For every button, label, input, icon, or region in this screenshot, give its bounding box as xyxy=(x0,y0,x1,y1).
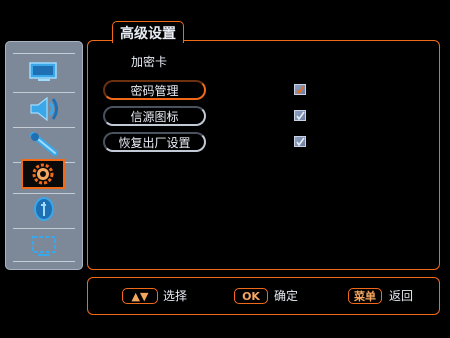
check-icon xyxy=(296,137,305,146)
menu-item-factory-reset[interactable]: 恢复出厂设置 xyxy=(103,132,206,152)
page-title: 高级设置 xyxy=(112,21,184,43)
ok-key-label: OK xyxy=(242,289,260,303)
factory-reset-checkbox[interactable] xyxy=(294,136,306,147)
picture-icon xyxy=(27,60,61,84)
sidebar-item-picture[interactable] xyxy=(18,57,70,87)
info-icon xyxy=(29,194,59,224)
check-icon xyxy=(296,111,305,120)
audio-icon xyxy=(27,94,61,124)
sidebar-divider xyxy=(13,53,75,54)
section-label-encryption-card: 加密卡 xyxy=(131,55,168,69)
check-icon xyxy=(296,85,305,94)
sidebar xyxy=(5,41,83,270)
sidebar-item-advanced-settings[interactable] xyxy=(21,159,65,189)
up-down-arrows-icon: ▲▼ xyxy=(131,289,149,303)
menu-key-label: 菜单 xyxy=(354,290,376,303)
password-management-checkbox[interactable] xyxy=(294,84,306,95)
back-hint-label: 返回 xyxy=(389,289,414,303)
select-key[interactable]: ▲▼ xyxy=(122,288,158,304)
sidebar-item-audio[interactable] xyxy=(18,94,70,124)
sidebar-divider xyxy=(13,261,75,262)
sidebar-item-tools[interactable] xyxy=(18,129,70,159)
ok-key[interactable]: OK xyxy=(234,288,268,304)
confirm-hint-label: 确定 xyxy=(274,289,299,303)
select-hint-label: 选择 xyxy=(163,289,188,303)
sidebar-divider xyxy=(13,127,75,128)
settings-panel xyxy=(87,40,440,270)
sidebar-divider xyxy=(13,228,75,229)
advanced-settings-icon xyxy=(30,161,56,187)
tools-icon xyxy=(27,129,61,159)
menu-key[interactable]: 菜单 xyxy=(348,288,382,304)
sidebar-item-source[interactable] xyxy=(18,230,70,260)
source-icon xyxy=(27,231,61,259)
sidebar-item-info[interactable] xyxy=(18,194,70,224)
sidebar-divider xyxy=(13,92,75,93)
menu-item-password-management[interactable]: 密码管理 xyxy=(103,80,206,100)
source-icon-checkbox[interactable] xyxy=(294,110,306,121)
menu-item-source-icon[interactable]: 信源图标 xyxy=(103,106,206,126)
